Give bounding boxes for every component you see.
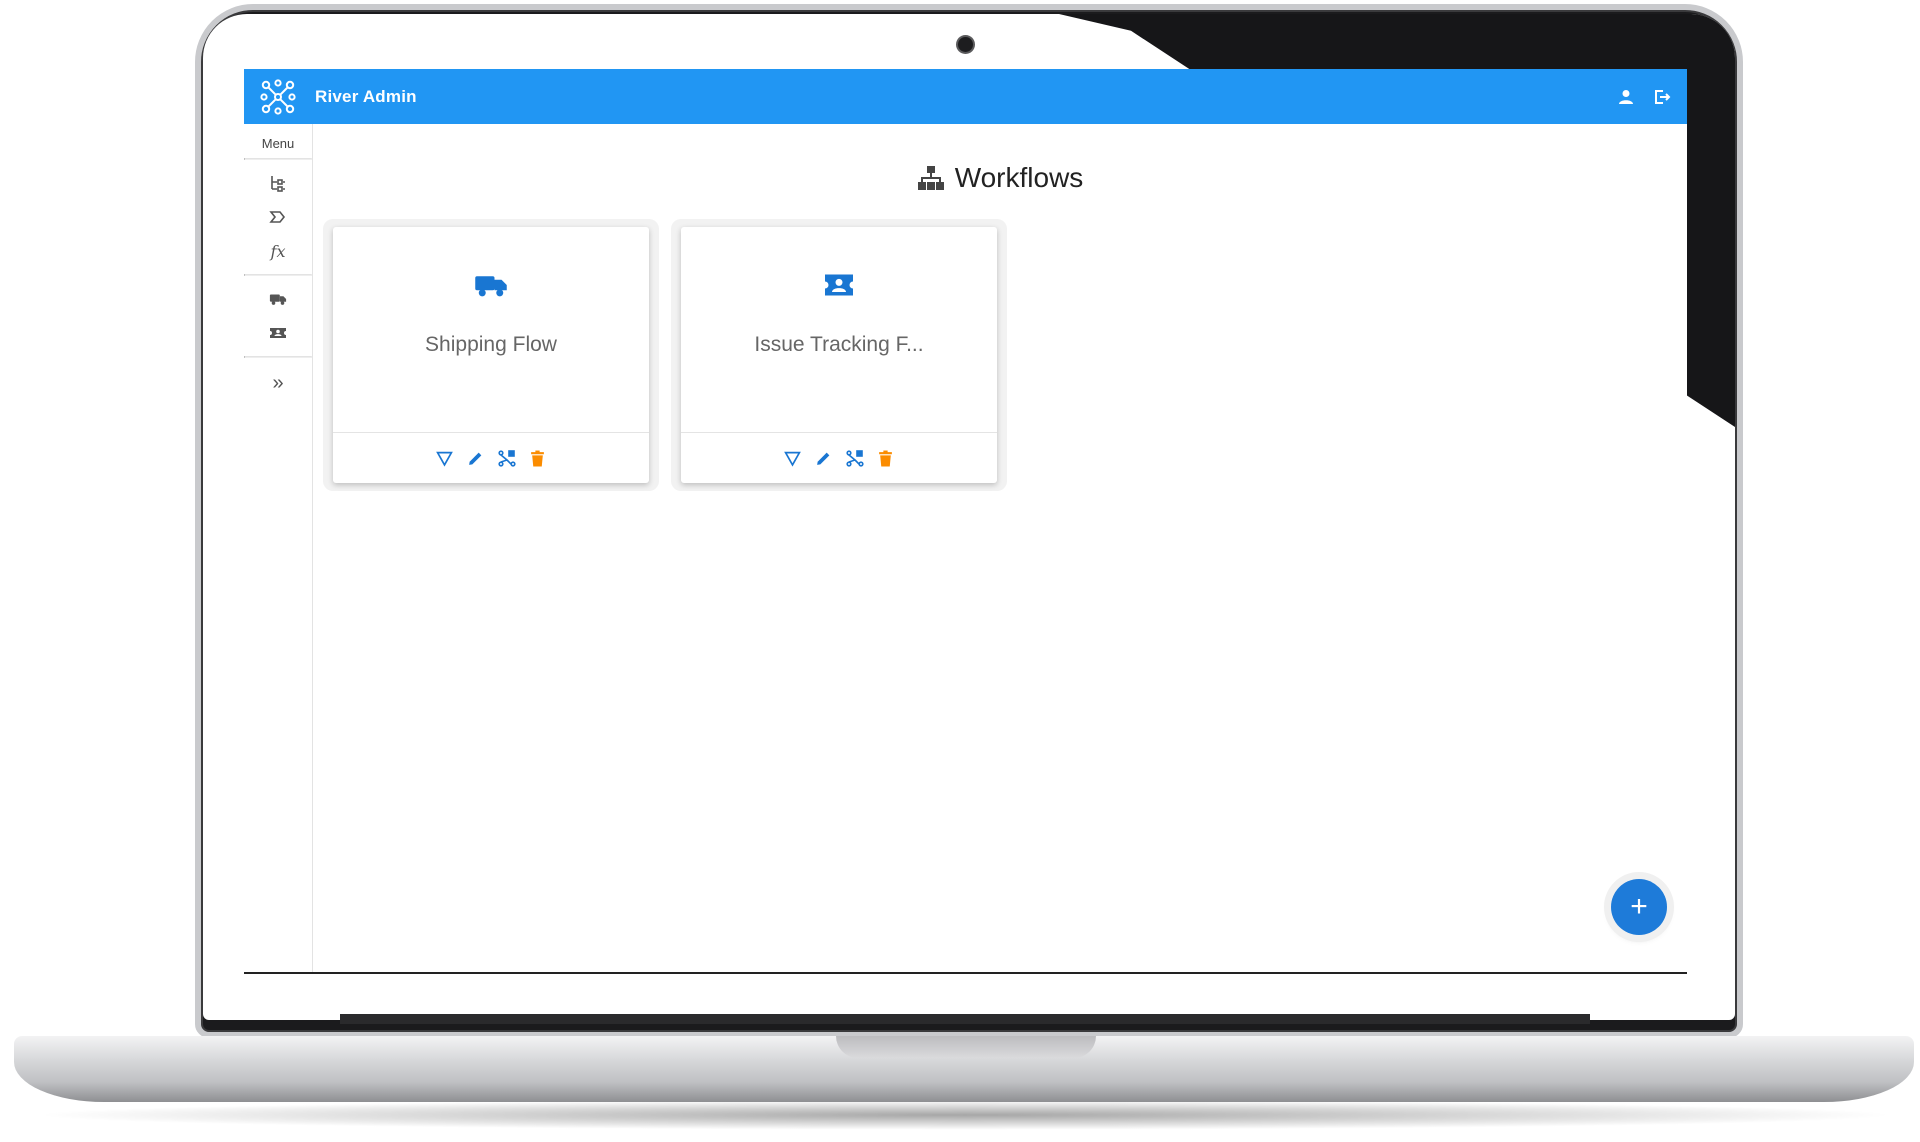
ticket-icon — [270, 328, 286, 338]
pencil-icon[interactable] — [466, 449, 485, 468]
sidebar-item-issue-tracking[interactable] — [244, 316, 312, 350]
tree-structure-icon — [271, 176, 285, 192]
sidebar-item-shipping-flow[interactable] — [244, 282, 312, 316]
sidebar-divider — [244, 356, 312, 358]
function-icon: fx — [270, 241, 286, 261]
laptop-opening-notch — [836, 1036, 1096, 1058]
sidebar-item-transitions[interactable] — [244, 200, 312, 234]
sitemap-icon — [917, 166, 944, 190]
top-app-bar: River Admin — [244, 69, 1687, 124]
app-title: River Admin — [315, 86, 417, 106]
screen-bottom-line — [244, 972, 1687, 974]
workflow-card[interactable]: Shipping Flow — [333, 227, 649, 483]
trash-icon[interactable] — [528, 449, 547, 468]
funnel-icon[interactable] — [435, 449, 454, 468]
sidebar-item-states[interactable] — [244, 166, 312, 200]
laptop-hinge — [340, 1014, 1590, 1024]
menu-label: Menu — [261, 136, 295, 151]
pencil-icon[interactable] — [814, 449, 833, 468]
truck-icon — [269, 294, 287, 305]
funnel-icon[interactable] — [783, 449, 802, 468]
river-logo-icon[interactable] — [258, 77, 298, 117]
truck-icon — [475, 276, 507, 297]
workflow-card-wrapper: Shipping Flow — [323, 219, 659, 491]
workflow-card-list: Shipping Flow Issue Tracking F... — [323, 219, 1007, 491]
state-icon — [269, 211, 286, 223]
laptop-shadow — [30, 1100, 1900, 1130]
person-icon[interactable] — [1615, 86, 1637, 108]
sidebar-item-functions[interactable]: fx — [244, 234, 312, 268]
add-workflow-button[interactable]: + — [1611, 879, 1667, 935]
trash-icon[interactable] — [876, 449, 895, 468]
transitions-icon[interactable] — [497, 449, 516, 468]
logout-icon[interactable] — [1651, 86, 1673, 108]
sidebar-expand-button[interactable]: » — [244, 366, 312, 400]
camera-icon — [958, 37, 973, 52]
workflow-card-wrapper: Issue Tracking F... — [671, 219, 1007, 491]
main-content: Workflows Shipping Flow Issue Tracking F… — [313, 124, 1687, 974]
workflow-card[interactable]: Issue Tracking F... — [681, 227, 997, 483]
workflow-card-title: Shipping Flow — [425, 333, 557, 356]
sidebar: Menu fx » — [244, 124, 313, 974]
app-window: River Admin Menu fx » Workflows Shipping… — [244, 69, 1687, 974]
ticket-icon — [825, 274, 853, 296]
card-actions — [681, 432, 997, 483]
double-chevron-right-icon: » — [272, 371, 284, 394]
transitions-icon[interactable] — [845, 449, 864, 468]
workflow-card-title: Issue Tracking F... — [754, 333, 924, 356]
card-actions — [333, 432, 649, 483]
page-title-text: Workflows — [954, 162, 1084, 193]
page-title: Workflows — [313, 162, 1687, 194]
